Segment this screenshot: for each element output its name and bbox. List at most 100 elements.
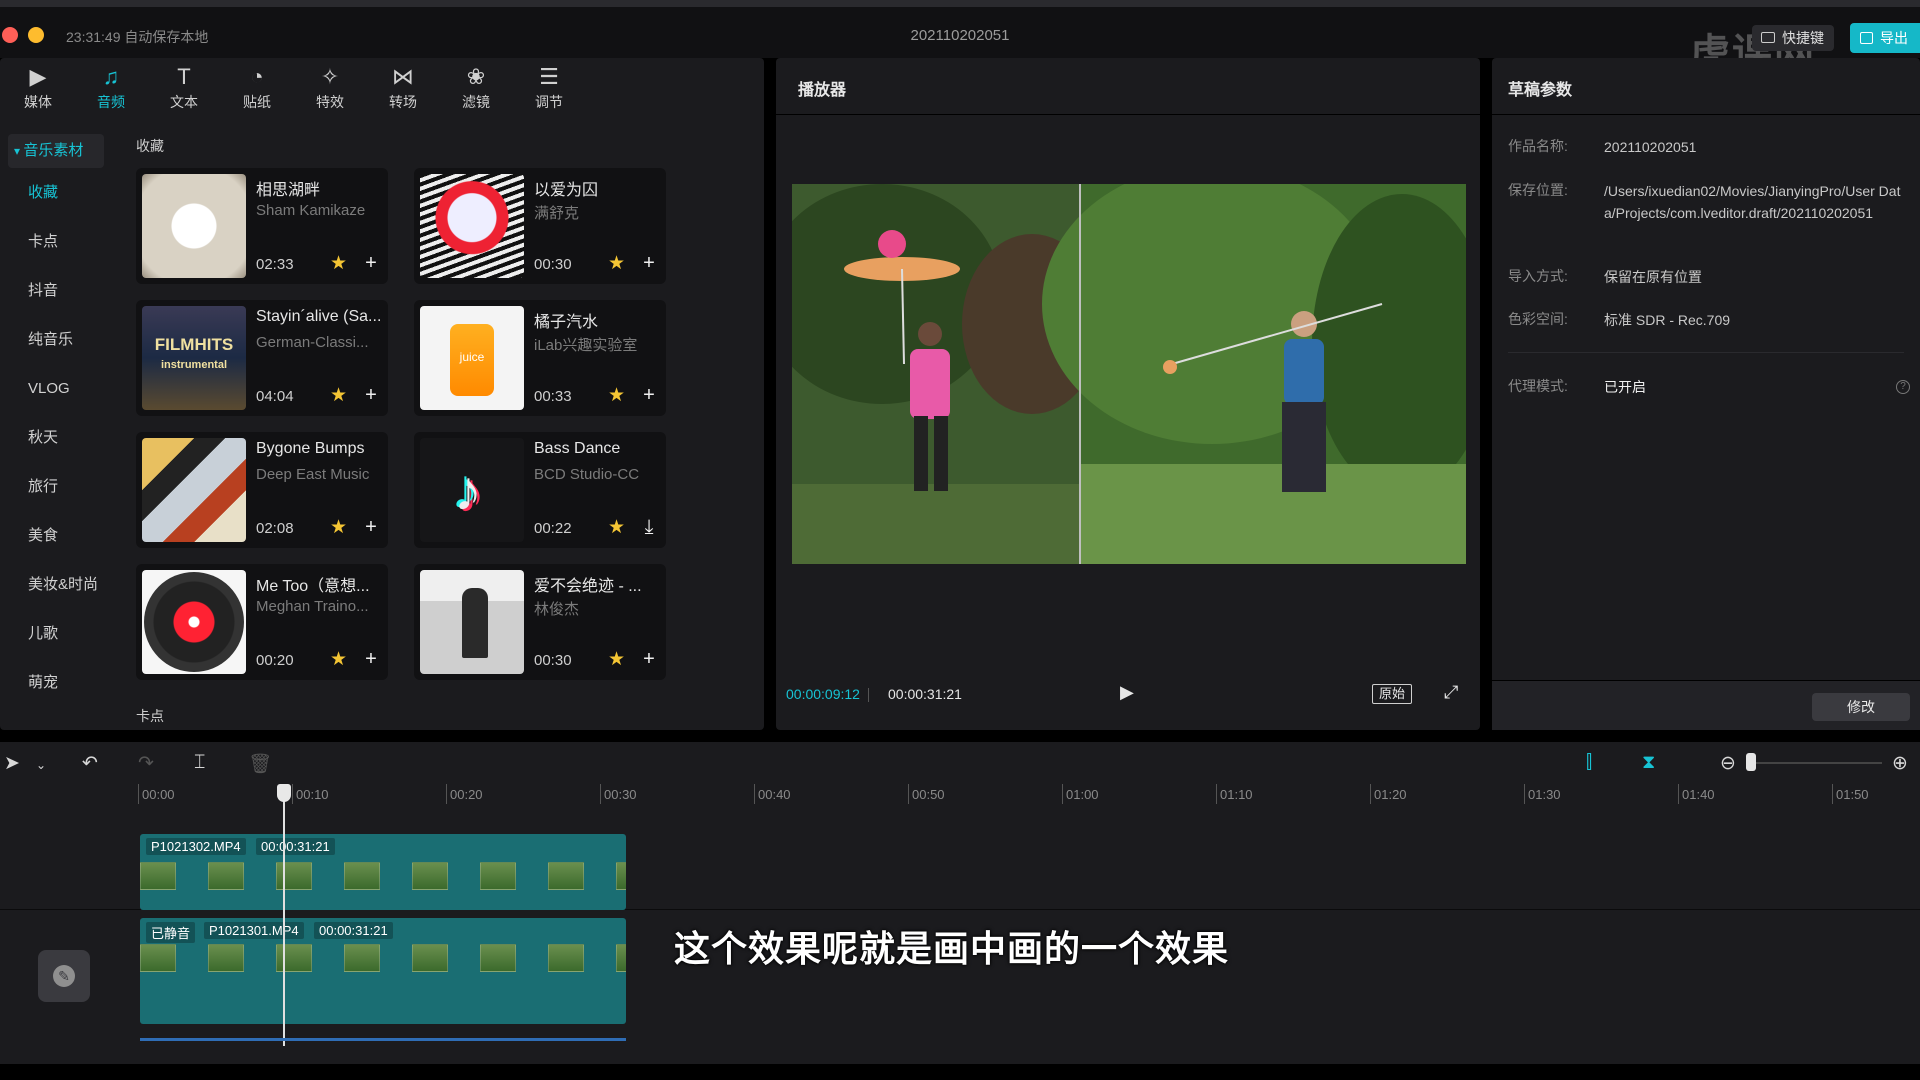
play-icon[interactable]: ▶ (1120, 682, 1134, 703)
music-card[interactable]: 爱不会绝迹 - ... 林俊杰 00:30 ★ + (414, 564, 666, 680)
help-icon[interactable]: ? (1896, 380, 1910, 394)
category-travel[interactable]: 旅行 (0, 462, 120, 511)
add-icon[interactable]: + (638, 648, 660, 670)
music-card[interactable]: FILMHITS instrumental Stayin´alive (Sa..… (136, 300, 388, 416)
star-icon[interactable]: ★ (608, 648, 625, 671)
cover-subtext: instrumental (160, 359, 227, 371)
time-ruler[interactable]: 00:00 00:10 00:20 00:30 00:40 00:50 01:0… (138, 784, 1920, 804)
music-card[interactable]: 以爱为囚 满舒克 00:30 ★ + (414, 168, 666, 284)
video-preview[interactable] (792, 184, 1466, 564)
playhead-handle[interactable] (277, 784, 291, 802)
divider (776, 114, 1480, 115)
aspect-ratio-button[interactable]: 原始 (1372, 684, 1413, 704)
fullscreen-icon[interactable]: ⤢ (1444, 682, 1458, 703)
tab-audio[interactable]: ♫ 音频 (81, 62, 141, 114)
link-icon[interactable]: ⧗ (1642, 752, 1655, 774)
star-icon[interactable]: ★ (608, 252, 625, 275)
category-pure-music[interactable]: 纯音乐 (0, 315, 120, 364)
video-frame (792, 184, 1466, 564)
shortcut-button[interactable]: 快捷键 (1752, 25, 1834, 51)
params-title: 草稿参数 (1508, 82, 1573, 99)
music-card[interactable]: juice 橘子汽水 iLab兴趣实验室 00:33 ★ + (414, 300, 666, 416)
star-icon[interactable]: ★ (330, 252, 347, 275)
add-icon[interactable]: + (360, 648, 382, 670)
tab-text[interactable]: T 文本 (154, 62, 214, 114)
star-icon[interactable]: ★ (608, 516, 625, 539)
param-value: 保留在原有位置 (1604, 269, 1702, 285)
category-pets[interactable]: 萌宠 (0, 658, 120, 707)
music-card[interactable]: 相思湖畔 Sham Kamikaze 02:33 ★ + (136, 168, 388, 284)
zoom-out-icon[interactable]: ⊖ (1720, 752, 1736, 775)
section-title-favorites: 收藏 (136, 138, 164, 154)
tick-label: 01:50 (1836, 787, 1869, 802)
param-key: 导入方式: (1508, 268, 1568, 284)
divider (1508, 352, 1904, 353)
tick-label: 00:20 (450, 787, 483, 802)
tab-transition[interactable]: ⋈ 转场 (373, 62, 433, 114)
param-value: 已开启 (1604, 379, 1646, 395)
music-card[interactable]: ♪ Bass Dance BCD Studio-CC 00:22 ★ ⤓ (414, 432, 666, 548)
star-icon[interactable]: ★ (330, 516, 347, 539)
add-icon[interactable]: + (360, 252, 382, 274)
video-subtitle: 这个效果呢就是画中画的一个效果 (674, 928, 1230, 969)
track-title: Bass Dance (534, 440, 621, 457)
export-button[interactable]: 导出 (1850, 23, 1920, 53)
music-card[interactable]: Bygone Bumps Deep East Music 02:08 ★ + (136, 432, 388, 548)
zoom-slider-handle[interactable] (1746, 753, 1756, 771)
add-icon[interactable]: + (638, 252, 660, 274)
track-artist: German-Classi... (256, 334, 369, 351)
clip-name: P1021302.MP4 (146, 838, 246, 855)
category-kids-songs[interactable]: 儿歌 (0, 609, 120, 658)
category-autumn[interactable]: 秋天 (0, 413, 120, 462)
category-food[interactable]: 美食 (0, 511, 120, 560)
category-douyin[interactable]: 抖音 (0, 266, 120, 315)
tab-sticker[interactable]: ◔ 贴纸 (227, 62, 287, 114)
zoom-slider[interactable] (1752, 762, 1882, 764)
add-icon[interactable]: + (360, 516, 382, 538)
muted-badge: 已静音 (146, 922, 196, 943)
track-duration: 02:08 (256, 520, 294, 537)
tick-label: 01:20 (1374, 787, 1407, 802)
track-title: Stayin´alive (Sa... (256, 308, 382, 325)
track-cover-button[interactable]: ✎ (38, 950, 90, 1002)
ruler-tick: 01:10 (1216, 784, 1253, 804)
split-icon[interactable]: ⌶ (194, 752, 205, 774)
track-duration: 00:22 (534, 520, 572, 537)
track-artist: Meghan Traino... (256, 598, 369, 615)
category-beat[interactable]: 卡点 (0, 217, 120, 266)
tab-media[interactable]: ▶ 媒体 (8, 62, 68, 114)
tab-effects[interactable]: ✧ 特效 (300, 62, 360, 114)
redo-icon[interactable]: ↷ (138, 752, 154, 775)
zoom-in-icon[interactable]: ⊕ (1892, 752, 1908, 775)
star-icon[interactable]: ★ (330, 648, 347, 671)
category-vlog[interactable]: VLOG (0, 364, 120, 413)
category-favorites[interactable]: 收藏 (0, 168, 120, 217)
chevron-down-icon[interactable]: ⌄ (36, 758, 46, 772)
playhead-line[interactable] (283, 784, 285, 1046)
snap-icon[interactable]: ⫿ (1586, 752, 1592, 774)
tab-adjust-label: 调节 (535, 94, 563, 110)
download-icon[interactable]: ⤓ (638, 516, 660, 538)
tick-label: 01:40 (1682, 787, 1715, 802)
star-icon[interactable]: ★ (330, 384, 347, 407)
category-beauty-fashion[interactable]: 美妆&时尚 (0, 560, 120, 609)
track-title: 以爱为囚 (534, 182, 599, 199)
video-clip-main[interactable]: 已静音 P1021301.MP4 00:00:31:21 (140, 918, 626, 1024)
star-icon[interactable]: ★ (608, 384, 625, 407)
effects-icon: ✧ (320, 64, 340, 89)
music-card[interactable]: Me Too（意想... Meghan Traino... 00:20 ★ + (136, 564, 388, 680)
tab-filter[interactable]: ❀ 滤镜 (446, 62, 506, 114)
tab-media-label: 媒体 (24, 94, 52, 110)
video-clip-overlay[interactable]: P1021302.MP4 00:00:31:21 (140, 834, 626, 910)
add-icon[interactable]: + (638, 384, 660, 406)
track-artist: iLab兴趣实验室 (534, 337, 638, 354)
timeline-panel: ➤ ⌄ ↶ ↷ ⌶ 🗑 ⫿ ⧗ ⊖ ⊕ 00:00 00:10 00:20 00… (0, 742, 1920, 1064)
select-tool-icon[interactable]: ➤ (4, 752, 20, 775)
draft-params-panel: 草稿参数 作品名称: 202110202051 保存位置: /Users/ixu… (1492, 58, 1920, 730)
modify-button[interactable]: 修改 (1812, 693, 1910, 721)
add-icon[interactable]: + (360, 384, 382, 406)
tab-adjust[interactable]: ☰ 调节 (519, 62, 579, 114)
delete-icon[interactable]: 🗑 (248, 752, 272, 776)
undo-icon[interactable]: ↶ (82, 752, 98, 775)
category-header-music[interactable]: 音乐素材 (8, 134, 104, 168)
